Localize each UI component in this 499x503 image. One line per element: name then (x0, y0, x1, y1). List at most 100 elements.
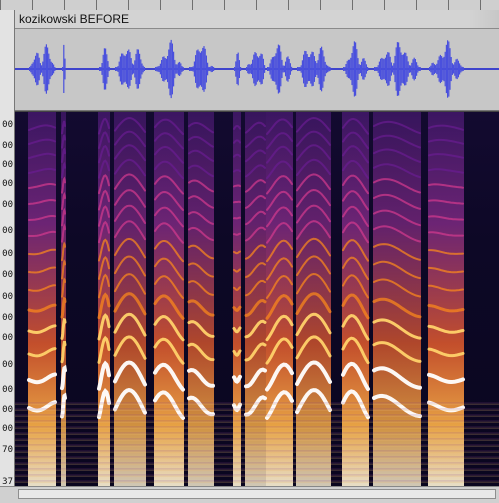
waveform-bar (283, 65, 285, 73)
waveform-bar (177, 62, 179, 76)
waveform-bar (190, 67, 192, 71)
waveform-bar (411, 62, 413, 76)
waveform-bar (238, 60, 240, 78)
waveform-bar (210, 65, 212, 73)
waveform-bar (414, 59, 416, 79)
waveform-bar (289, 63, 291, 75)
waveform-bar (181, 66, 183, 72)
waveform-bar (182, 67, 184, 71)
waveform-bar (459, 63, 461, 75)
waveform-bar (32, 62, 34, 76)
waveform-bar (100, 67, 102, 71)
waveform-bar (107, 61, 109, 77)
waveform-bar (315, 61, 317, 77)
waveform-bar (173, 51, 175, 87)
waveform-bar (180, 63, 182, 75)
waveform-bar (236, 54, 238, 84)
waveform-bar (247, 64, 249, 74)
waveform-bar (350, 57, 352, 81)
waveform-bar (312, 52, 314, 86)
waveform-bar (128, 49, 130, 89)
waveform-display[interactable] (15, 29, 499, 111)
waveform-bar (192, 66, 194, 72)
waveform-bar (273, 56, 275, 82)
waveform-bar (376, 67, 378, 71)
waveform-bar (297, 67, 299, 71)
frequency-tick: 00 (2, 292, 13, 302)
waveform-bar (301, 60, 303, 78)
waveform-bar (355, 42, 357, 96)
frequency-tick: 00 (2, 270, 13, 280)
waveform-bar (35, 55, 37, 83)
track-header[interactable]: kozikowski BEFORE (15, 10, 499, 29)
waveform-bar (274, 56, 276, 82)
waveform-bar (139, 53, 141, 85)
waveform-bar (99, 67, 101, 71)
waveform-bar (256, 56, 258, 82)
waveform-bar (121, 53, 123, 85)
spectrogram-harmonic (233, 184, 241, 188)
waveform-bar (170, 39, 172, 99)
waveform-bar (433, 64, 435, 74)
waveform-bar (237, 52, 239, 86)
waveform-bar (51, 62, 53, 76)
waveform-bar (261, 54, 263, 84)
waveform-bar (390, 62, 392, 76)
waveform-bar (374, 67, 376, 71)
frequency-tick: 00 (2, 333, 13, 343)
waveform-bar (405, 52, 407, 86)
waveform-bar (442, 57, 444, 81)
waveform-bar (322, 50, 324, 88)
waveform-bar (445, 44, 447, 94)
waveform-bar (209, 67, 211, 71)
waveform-bar (157, 66, 159, 72)
waveform-bar (158, 65, 160, 73)
spectrogram-low-band (15, 462, 499, 465)
spectrogram-harmonic (233, 232, 241, 236)
waveform-bar (102, 54, 104, 84)
waveform-bar (281, 59, 283, 78)
waveform-bar (329, 67, 331, 71)
waveform-bar (159, 63, 161, 75)
waveform-bar (307, 57, 309, 82)
waveform-bar (412, 59, 414, 79)
waveform-bar (50, 61, 52, 77)
waveform-bar (286, 57, 288, 81)
waveform-bar (344, 67, 346, 71)
waveform-bar (437, 60, 439, 78)
waveform-bar (305, 51, 307, 87)
waveform-bar (53, 64, 55, 74)
spectrogram-display[interactable] (15, 111, 499, 486)
frequency-tick: 00 (2, 249, 13, 259)
spectrogram-low-band (15, 474, 499, 477)
waveform-bar (299, 67, 301, 71)
waveform-bar (352, 46, 354, 92)
waveform-bar (30, 65, 32, 73)
spectrogram-low-band (15, 468, 499, 471)
frequency-tick: 00 (2, 179, 13, 189)
waveform-bar (429, 67, 431, 71)
waveform-bar (351, 53, 353, 86)
waveform-bar (164, 58, 166, 81)
waveform-bar (234, 67, 236, 71)
waveform-bar (258, 57, 260, 81)
waveform-bar (402, 54, 404, 84)
waveform-bar (275, 53, 277, 85)
waveform-bar (43, 53, 45, 85)
scroll-thumb[interactable] (18, 489, 496, 499)
waveform-bar (267, 67, 269, 71)
waveform-bar (260, 53, 262, 85)
waveform-bar (63, 44, 65, 93)
waveform-bar (123, 55, 125, 83)
waveform-bar (365, 64, 367, 74)
waveform-bar (44, 46, 46, 92)
waveform-bar (438, 56, 440, 82)
waveform-bar (101, 63, 103, 75)
waveform-bar (259, 55, 261, 83)
waveform-bar (249, 64, 251, 74)
waveform-bar (211, 66, 213, 72)
waveform-bar (129, 52, 131, 86)
waveform-bar (37, 53, 39, 85)
waveform-bar (255, 53, 257, 85)
waveform-bar (45, 44, 47, 94)
